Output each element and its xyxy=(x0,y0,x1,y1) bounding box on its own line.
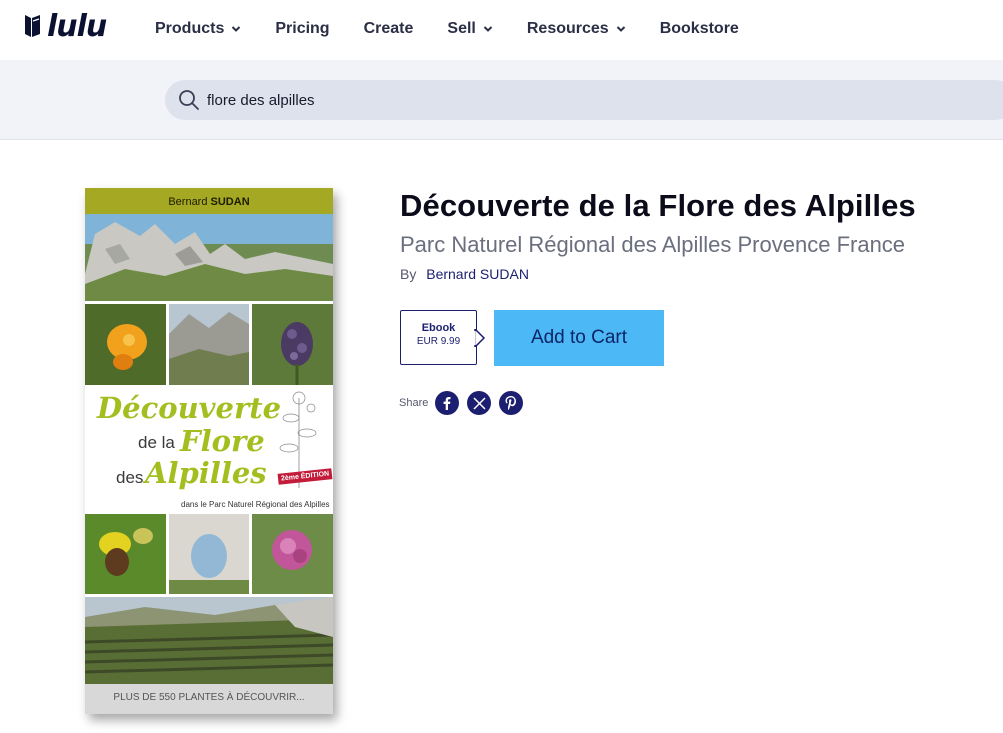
facebook-icon xyxy=(443,397,451,410)
cover-title-des: des xyxy=(116,468,144,487)
nav-item-label: Sell xyxy=(447,20,476,37)
nav-item-sell[interactable]: Sell xyxy=(447,20,493,38)
nav-item-resources[interactable]: Resources xyxy=(527,20,626,38)
add-to-cart-button[interactable]: Add to Cart xyxy=(494,310,664,366)
x-icon xyxy=(472,396,486,410)
chevron-down-icon xyxy=(483,26,493,32)
cover-title-de-la: de la xyxy=(138,433,175,452)
product-title: Découverte de la Flore des Alpilles xyxy=(400,188,916,223)
search-box[interactable] xyxy=(165,80,1003,120)
format-price: EUR 9.99 xyxy=(416,336,461,347)
chevron-down-icon xyxy=(232,26,241,32)
lulu-logo[interactable]: lulu xyxy=(22,8,107,44)
cover-photo-orchid xyxy=(85,514,166,594)
search-input[interactable] xyxy=(207,80,987,120)
search-band xyxy=(0,60,1003,140)
cover-subtitle: dans le Parc Naturel Régional des Alpill… xyxy=(181,500,330,509)
by-label: By xyxy=(400,266,417,282)
nav-item-label: Create xyxy=(363,20,414,37)
author-link[interactable]: Bernard SUDAN xyxy=(426,266,529,282)
chevron-down-icon xyxy=(616,26,625,32)
book-cover-image: Bernard SUDAN Découverte de la Flore des… xyxy=(85,188,333,714)
logo-text: lulu xyxy=(47,8,107,44)
share-facebook-button[interactable] xyxy=(435,391,459,415)
cover-photo-lavender-field xyxy=(85,597,333,684)
cover-photo-flower-orange xyxy=(85,304,166,385)
share-pinterest-button[interactable] xyxy=(499,391,523,415)
format-type: Ebook xyxy=(421,322,456,334)
cover-author-first: Bernard xyxy=(168,196,208,208)
cover-photo-rock-arch xyxy=(169,514,249,594)
share-x-button[interactable] xyxy=(467,391,491,415)
format-pointer-arrow xyxy=(474,329,486,347)
main-menu: Products Pricing Create Sell Resources B… xyxy=(155,0,773,58)
search-icon[interactable] xyxy=(178,89,200,111)
cover-photo-grape-hyacinth xyxy=(252,304,333,385)
pinterest-icon xyxy=(505,396,516,410)
book-logo-icon xyxy=(22,13,44,39)
product-byline: By Bernard SUDAN xyxy=(400,266,529,282)
cover-title-alpilles: Alpilles xyxy=(145,456,267,490)
nav-item-products[interactable]: Products xyxy=(155,20,241,38)
cover-photo-valley xyxy=(169,304,249,385)
cover-photo-rocks xyxy=(85,214,333,301)
cover-author-band: Bernard SUDAN xyxy=(85,188,333,214)
product-subtitle: Parc Naturel Régional des Alpilles Prove… xyxy=(400,232,906,257)
nav-item-label: Resources xyxy=(526,20,609,37)
nav-item-label: Bookstore xyxy=(659,20,739,37)
share-label: Share xyxy=(399,397,429,409)
cover-title-flore: Flore xyxy=(180,424,265,458)
nav-item-bookstore[interactable]: Bookstore xyxy=(660,20,739,38)
top-navigation: lulu Products Pricing Create Sell Resour… xyxy=(0,0,1003,60)
nav-item-pricing[interactable]: Pricing xyxy=(275,20,329,38)
format-option-ebook[interactable]: Ebook EUR 9.99 xyxy=(400,310,477,365)
cover-bottom-band: PLUS DE 550 PLANTES À DÉCOUVRIR... xyxy=(85,684,333,714)
nav-item-create[interactable]: Create xyxy=(364,20,414,38)
cover-title-decouverte: Découverte xyxy=(97,391,282,425)
nav-item-label: Products xyxy=(155,20,225,37)
nav-item-label: Pricing xyxy=(275,20,330,37)
cover-author-last: SUDAN xyxy=(210,196,250,208)
cover-photo-pink-flower xyxy=(252,514,333,594)
